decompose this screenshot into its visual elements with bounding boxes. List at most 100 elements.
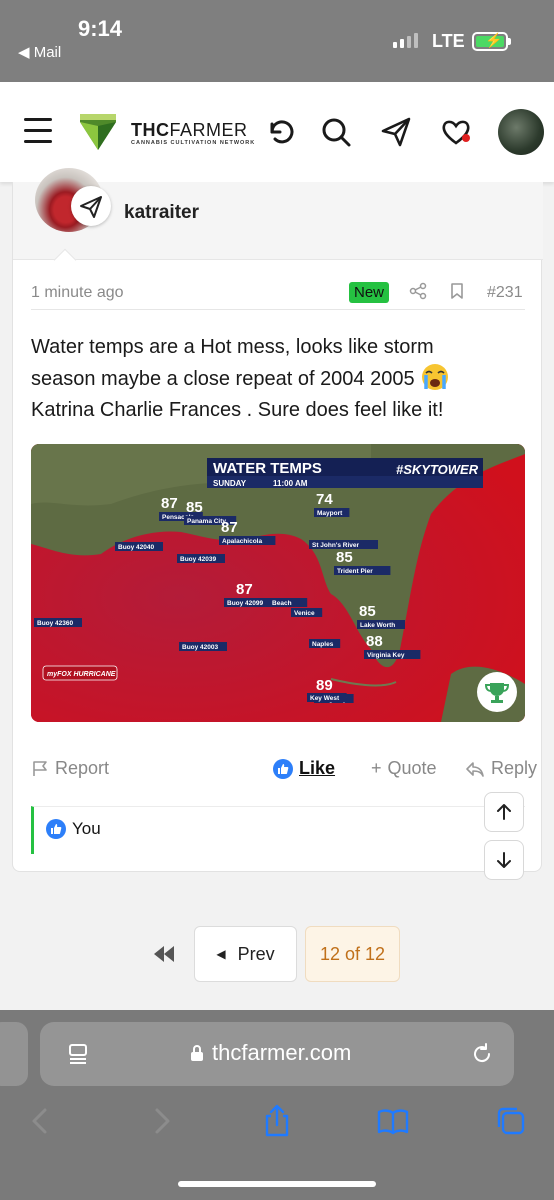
station-label: Buoy 42099 (224, 598, 272, 607)
first-page-icon[interactable] (150, 940, 180, 968)
station-name: Lake Worth (360, 622, 395, 629)
station-temp: 87 (161, 495, 178, 512)
bookmarks-icon[interactable] (376, 1104, 410, 1138)
back-icon[interactable] (24, 1104, 58, 1138)
station-temp: 88 (366, 633, 383, 650)
station-temp: 87 (221, 519, 238, 536)
arrow-down-icon (497, 852, 511, 868)
share-icon[interactable] (409, 282, 427, 300)
post-number[interactable]: #231 (487, 284, 523, 302)
image-brand: #SKYTOWER (396, 462, 479, 477)
current-page-indicator[interactable]: 12 of 12 (305, 926, 400, 982)
station-name: Buoy 42099 (227, 600, 264, 607)
station-temp: 85 (186, 499, 203, 516)
scroll-up-button[interactable] (484, 792, 524, 832)
water-temps-map: WATER TEMPS #SKYTOWER SUNDAY 11:00 AM my… (31, 444, 525, 722)
station-label: Buoy 42003 (179, 642, 227, 651)
username[interactable]: katraiter (124, 202, 199, 224)
post-meta: 1 minute ago New #231 (31, 280, 525, 310)
scroll-down-button[interactable] (484, 840, 524, 880)
caret-left-icon: ◀ (216, 947, 226, 961)
station-label: Naples (309, 639, 341, 648)
signal-icon (393, 33, 418, 48)
image-network: myFOX HURRICANE (47, 671, 116, 678)
home-indicator (178, 1181, 376, 1187)
station-label: Venice (291, 608, 323, 617)
report-button[interactable]: Report (31, 758, 109, 779)
flag-icon (33, 760, 47, 776)
search-icon[interactable] (320, 116, 352, 148)
site-header: THCFARMER CANNABIS CULTIVATION NETWORK (0, 82, 554, 182)
reply-button[interactable]: Reply (465, 758, 537, 779)
station-name: Trident Pier (337, 568, 373, 575)
station-temp: 87 (236, 581, 253, 598)
trophy-icon[interactable] (477, 672, 517, 712)
station-temp: 85 (336, 549, 353, 566)
logo-icon[interactable] (78, 112, 118, 152)
station-label: Key West (307, 693, 347, 702)
account-avatar[interactable] (498, 109, 544, 155)
post-card: katraiter 1 minute ago New #231 Water te… (12, 168, 543, 872)
image-time: 11:00 AM (273, 479, 308, 488)
station-label: Buoy 42360 (34, 618, 82, 627)
station-name: Buoy 42003 (182, 644, 219, 651)
station-label: St John's River (309, 540, 378, 549)
post-time[interactable]: 1 minute ago (31, 284, 124, 302)
menu-icon[interactable] (24, 118, 52, 144)
battery-icon: ⚡ (472, 32, 511, 51)
reply-icon (466, 761, 484, 777)
plus-icon: + (371, 758, 382, 778)
logo-tagline: CANNABIS CULTIVATION NETWORK (131, 140, 256, 146)
network-label: LTE (432, 31, 465, 51)
tabs-icon[interactable] (494, 1104, 528, 1138)
like-button[interactable]: Like (273, 758, 335, 779)
station-name: Buoy 42360 (37, 620, 74, 627)
thumbs-up-icon (46, 819, 66, 839)
bookmark-icon[interactable] (449, 282, 465, 300)
reaction-user: You (72, 819, 101, 838)
thumbs-up-icon (273, 758, 293, 779)
browser-toolbar: thcfarmer.com (0, 1010, 554, 1200)
user-badge (71, 186, 111, 226)
undo-icon[interactable] (264, 116, 296, 148)
station-temp: 74 (316, 491, 333, 508)
heart-icon[interactable] (440, 116, 472, 148)
station-name: St John's River (312, 542, 360, 549)
station-temp: 89 (316, 677, 333, 694)
station-label: Buoy 42039 (177, 554, 225, 563)
logo-text[interactable]: THCFARMER (131, 120, 248, 141)
station-name: Apalachicola (222, 538, 262, 545)
send-icon[interactable] (380, 116, 412, 148)
image-day: SUNDAY (213, 479, 247, 488)
station-name: Mayport (317, 510, 343, 517)
water-temps-image[interactable]: WATER TEMPS #SKYTOWER SUNDAY 11:00 AM my… (31, 444, 525, 722)
station-name: Venice (294, 610, 315, 617)
status-time: 9:14 (78, 16, 123, 41)
station-label: Buoy 42040 (115, 542, 163, 551)
forward-icon[interactable] (144, 1104, 178, 1138)
prev-page-button[interactable]: ◀ Prev (194, 926, 297, 982)
station-name: Buoy 42039 (180, 556, 217, 563)
reader-icon[interactable] (66, 1042, 90, 1066)
post-actions: Report Like + Quote Reply (31, 756, 537, 786)
send-icon (80, 196, 102, 218)
address-bar[interactable]: thcfarmer.com (40, 1022, 514, 1086)
station-name: Naples (312, 641, 334, 648)
station-name: Virginia Key (367, 652, 405, 659)
previous-tab[interactable] (0, 1022, 28, 1086)
reactions-bar[interactable]: You (31, 806, 525, 854)
crying-face-icon (422, 364, 449, 390)
station-name: Key West (310, 695, 340, 702)
share-icon[interactable] (260, 1104, 294, 1138)
back-to-mail-link[interactable]: ◀ Mail (18, 43, 61, 61)
post-body: Water temps are a Hot mess, looks like s… (31, 332, 501, 426)
url-text: thcfarmer.com (212, 1040, 352, 1065)
lock-icon (191, 1045, 203, 1061)
post-user-row: katraiter (13, 168, 543, 260)
new-badge: New (349, 282, 390, 303)
reload-icon[interactable] (470, 1042, 494, 1066)
station-name: Buoy 42040 (118, 544, 155, 551)
station-temp: 85 (359, 603, 376, 620)
status-bar: 9:14 ◀ Mail LTE ⚡ (0, 0, 554, 82)
quote-button[interactable]: + Quote (371, 758, 437, 779)
